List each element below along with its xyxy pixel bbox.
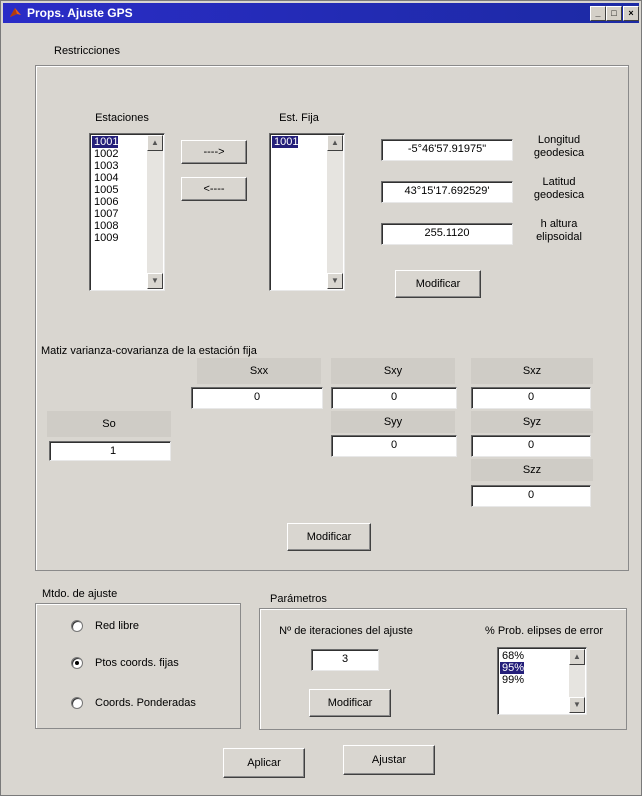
iteraciones-label: Nº de iteraciones del ajuste xyxy=(279,625,413,637)
est-fija-list-item[interactable]: 1001 xyxy=(272,136,299,148)
probabilidad-list-item[interactable]: 68% xyxy=(500,650,524,662)
scroll-up-icon[interactable]: ▲ xyxy=(327,135,343,151)
matriz-label: Matiz varianza-covarianza de la estación… xyxy=(41,345,257,357)
dialog-window: Props. Ajuste GPS _ □ × Restricciones Es… xyxy=(0,0,642,796)
iteraciones-field[interactable]: 3 xyxy=(311,649,379,671)
radio-icon[interactable] xyxy=(71,697,83,709)
radio-label: Ptos coords. fijas xyxy=(95,657,179,669)
estacion-list-item[interactable]: 1007 xyxy=(92,208,118,220)
sxx-label: Sxx xyxy=(197,358,321,384)
syz-field[interactable]: 0 xyxy=(471,435,591,457)
probabilidad-scrollbar[interactable]: ▲ ▼ xyxy=(569,649,585,713)
est-fija-label: Est. Fija xyxy=(279,112,319,124)
radio-label: Coords. Ponderadas xyxy=(95,697,196,709)
estacion-list-item[interactable]: 1001 xyxy=(92,136,119,148)
modificar-coords-button[interactable]: Modificar xyxy=(395,270,481,298)
so-field[interactable]: 1 xyxy=(49,441,171,461)
radio-selected-dot-icon xyxy=(75,661,79,665)
longitud-field[interactable]: -5°46'57.91975" xyxy=(381,139,513,161)
radio-option[interactable]: Ptos coords. fijas xyxy=(71,657,231,671)
longitud-label: Longitud geodesica xyxy=(533,134,585,159)
modificar-parametros-button[interactable]: Modificar xyxy=(309,689,391,717)
title-bar[interactable]: Props. Ajuste GPS _ □ × xyxy=(3,3,639,23)
altura-field[interactable]: 255.1120 xyxy=(381,223,513,245)
estacion-list-item[interactable]: 1009 xyxy=(92,232,118,244)
est-fija-listbox[interactable]: 1001 ▲ ▼ xyxy=(269,133,345,291)
sxz-field[interactable]: 0 xyxy=(471,387,591,409)
syy-field[interactable]: 0 xyxy=(331,435,457,457)
probabilidad-listbox[interactable]: 68% 95% 99% ▲ ▼ xyxy=(497,647,587,715)
close-button[interactable]: × xyxy=(623,6,639,21)
modificar-matriz-button[interactable]: Modificar xyxy=(287,523,371,551)
scroll-down-icon[interactable]: ▼ xyxy=(569,697,585,713)
altura-label: h altura elipsoidal xyxy=(536,218,582,243)
estacion-list-item[interactable]: 1002 xyxy=(92,148,118,160)
probabilidad-label: % Prob. elipses de error xyxy=(485,625,603,637)
window-title: Props. Ajuste GPS xyxy=(27,6,133,20)
scroll-up-icon[interactable]: ▲ xyxy=(147,135,163,151)
probabilidad-list-item[interactable]: 95% xyxy=(500,662,525,674)
radio-icon[interactable] xyxy=(71,620,83,632)
radio-option[interactable]: Red libre xyxy=(71,620,231,634)
parametros-label: Parámetros xyxy=(267,593,330,605)
est-fija-scrollbar[interactable]: ▲ ▼ xyxy=(327,135,343,289)
ajustar-button[interactable]: Ajustar xyxy=(343,745,435,775)
restricciones-label: Restricciones xyxy=(51,45,124,57)
radio-icon[interactable] xyxy=(71,657,83,669)
sxz-label: Sxz xyxy=(471,358,593,384)
matlab-logo-icon xyxy=(10,8,21,17)
probabilidad-list-item[interactable]: 99% xyxy=(500,674,524,686)
estacion-list-item[interactable]: 1008 xyxy=(92,220,118,232)
radio-label: Red libre xyxy=(95,620,140,632)
so-label: So xyxy=(47,411,171,437)
szz-field[interactable]: 0 xyxy=(471,485,591,507)
scroll-up-icon[interactable]: ▲ xyxy=(569,649,585,665)
latitud-label: Latitud geodesica xyxy=(533,176,585,201)
sxy-field[interactable]: 0 xyxy=(331,387,457,409)
estaciones-scrollbar[interactable]: ▲ ▼ xyxy=(147,135,163,289)
estaciones-label: Estaciones xyxy=(95,112,149,124)
estacion-list-item[interactable]: 1006 xyxy=(92,196,118,208)
sxx-field[interactable]: 0 xyxy=(191,387,323,409)
maximize-button[interactable]: □ xyxy=(606,6,622,21)
scroll-down-icon[interactable]: ▼ xyxy=(147,273,163,289)
estacion-list-item[interactable]: 1003 xyxy=(92,160,118,172)
syz-label: Syz xyxy=(471,411,593,433)
latitud-field[interactable]: 43°15'17.692529' xyxy=(381,181,513,203)
add-to-fija-button[interactable]: ----> xyxy=(181,140,247,164)
sxy-label: Sxy xyxy=(331,358,455,384)
minimize-button[interactable]: _ xyxy=(590,6,606,21)
estaciones-listbox[interactable]: 1001 1002 1003 1004 1005 1006 1007 1008 1009 ▲ ▼ xyxy=(89,133,165,291)
estacion-list-item[interactable]: 1005 xyxy=(92,184,118,196)
estacion-list-item[interactable]: 1004 xyxy=(92,172,118,184)
radio-option[interactable]: Coords. Ponderadas xyxy=(71,697,231,711)
scroll-down-icon[interactable]: ▼ xyxy=(327,273,343,289)
remove-from-fija-button[interactable]: <---- xyxy=(181,177,247,201)
metodo-label: Mtdo. de ajuste xyxy=(39,588,121,600)
aplicar-button[interactable]: Aplicar xyxy=(223,748,305,778)
szz-label: Szz xyxy=(471,459,593,481)
syy-label: Syy xyxy=(331,411,455,433)
